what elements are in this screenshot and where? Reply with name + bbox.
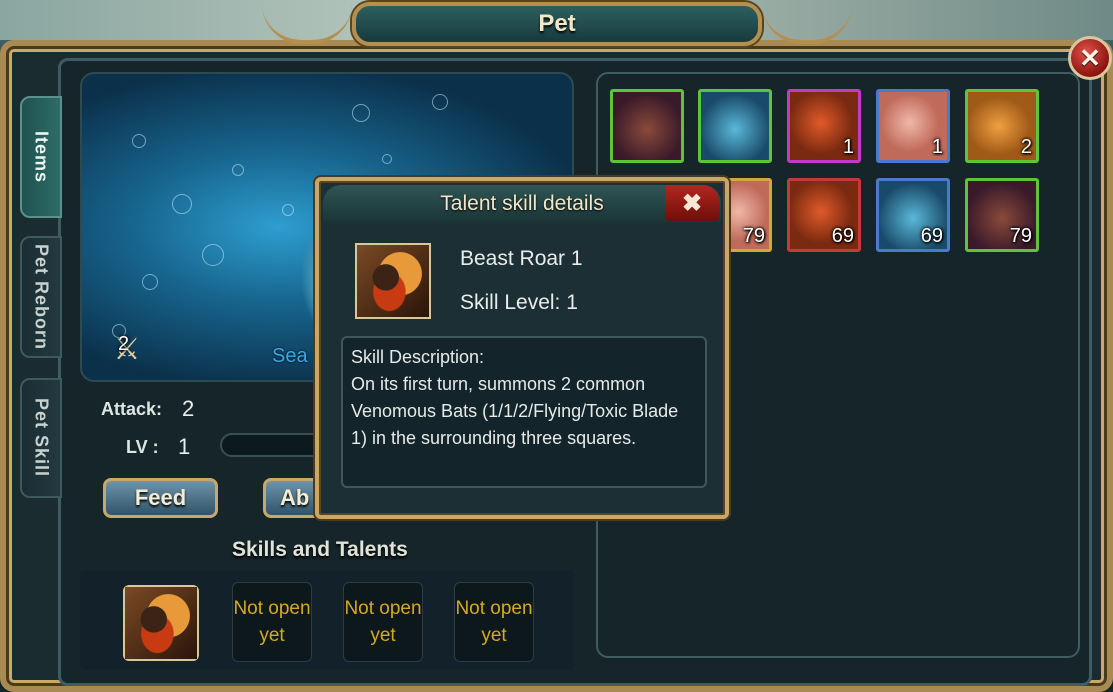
window-title: Pet xyxy=(538,10,576,37)
attack-label: Attack: xyxy=(101,399,163,419)
item-count: 79 xyxy=(1009,225,1032,247)
skill-slot-label: Not open yet xyxy=(344,598,422,646)
item-count: 1 xyxy=(842,136,854,158)
item-count: 2 xyxy=(1020,136,1032,158)
inventory-item[interactable] xyxy=(610,89,684,163)
sea-dragon-icon xyxy=(701,92,769,160)
skill-description-label: Skill Description: xyxy=(351,347,485,367)
inventory-item[interactable]: 2 xyxy=(965,89,1039,163)
inventory-item[interactable]: 69 xyxy=(876,178,950,252)
skill-description-box: Skill Description: On its first turn, su… xyxy=(341,336,707,488)
tab-pet-skill[interactable]: Pet Skill xyxy=(20,378,62,498)
skill-slot-locked[interactable]: Not open yet xyxy=(343,582,423,662)
skill-name: Beast Roar 1 xyxy=(460,247,583,270)
popup-title: Talent skill details xyxy=(440,192,604,215)
skill-slot-label: Not open yet xyxy=(233,598,311,646)
skills-section-title: Skills and Talents xyxy=(232,538,408,561)
pet-name: Sea xyxy=(272,345,308,367)
tab-items-label: Items xyxy=(31,130,52,184)
popup-close-button[interactable]: ✖ xyxy=(665,185,719,221)
item-count: 69 xyxy=(831,225,854,247)
close-x-icon: ✕ xyxy=(1079,42,1101,73)
item-count: 69 xyxy=(920,225,943,247)
skill-slot-beast-roar[interactable] xyxy=(123,585,199,661)
feed-button[interactable]: Feed xyxy=(103,478,218,518)
level-value: 1 xyxy=(178,434,191,459)
popup-header: Talent skill details xyxy=(323,185,721,223)
inventory-item[interactable]: 1 xyxy=(876,89,950,163)
skill-slot-label: Not open yet xyxy=(455,598,533,646)
skill-slot-locked[interactable]: Not open yet xyxy=(232,582,312,662)
skill-slot-locked[interactable]: Not open yet xyxy=(454,582,534,662)
boar-icon xyxy=(613,92,681,160)
item-count: 1 xyxy=(931,136,943,158)
beast-roar-icon xyxy=(357,245,429,317)
skill-icon-frame xyxy=(355,243,431,319)
inventory-item[interactable]: 79 xyxy=(965,178,1039,252)
attack-value: 2 xyxy=(182,396,195,421)
pet-badge-count: 2 xyxy=(118,333,130,355)
tab-pet-skill-label: Pet Skill xyxy=(31,398,52,478)
inventory-item[interactable] xyxy=(698,89,772,163)
skill-description-text: On its first turn, summons 2 common Veno… xyxy=(351,374,679,448)
window-title-banner: Pet xyxy=(352,2,762,46)
skill-level: Skill Level: 1 xyxy=(460,291,578,314)
tab-pet-reborn-label: Pet Reborn xyxy=(31,243,52,350)
talent-skill-popup: Talent skill details ✖ Beast Roar 1 Skil… xyxy=(315,177,729,519)
tab-items[interactable]: Items xyxy=(20,96,62,218)
inventory-item[interactable]: 69 xyxy=(787,178,861,252)
inventory-item[interactable]: 1 xyxy=(787,89,861,163)
tab-pet-reborn[interactable]: Pet Reborn xyxy=(20,236,62,358)
item-count: 79 xyxy=(742,225,765,247)
experience-bar xyxy=(220,433,330,457)
level-label: LV : xyxy=(126,437,159,457)
close-icon: ✖ xyxy=(681,189,703,217)
beast-roar-icon xyxy=(125,587,197,659)
